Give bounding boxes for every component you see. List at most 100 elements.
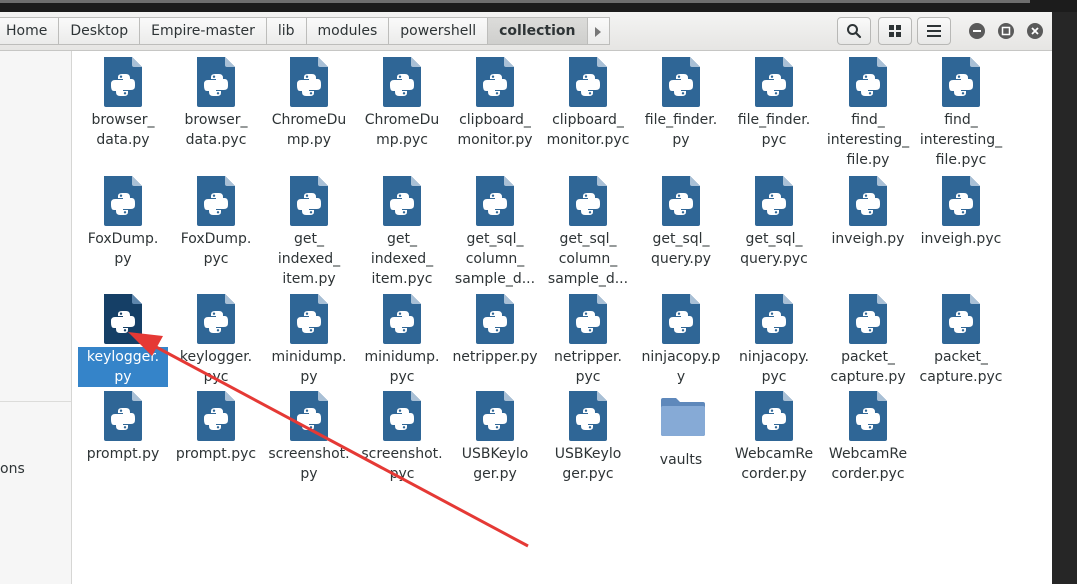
python-file-icon (381, 294, 423, 344)
file-item-inveigh-py[interactable]: inveigh.py (823, 176, 913, 249)
breadcrumb-lib[interactable]: lib (266, 17, 307, 45)
python-file-icon (381, 176, 423, 226)
file-item-usbkeyloger-py[interactable]: USBKeylo ger.py (450, 391, 540, 484)
file-label: netripper.py (452, 349, 538, 365)
python-file-icon (102, 176, 144, 226)
file-label: get_sql_ query.py (650, 231, 712, 267)
file-item-file-finder-py[interactable]: file_finder. py (636, 57, 726, 150)
breadcrumb-modules[interactable]: modules (306, 17, 390, 45)
file-item-prompt-py[interactable]: prompt.py (78, 391, 168, 464)
python-file-icon (474, 57, 516, 107)
file-item-chromedump-pyc[interactable]: ChromeDu mp.pyc (357, 57, 447, 150)
file-label: file_finder. py (644, 112, 718, 148)
python-file-icon (288, 294, 330, 344)
file-item-find-interesting-file-pyc[interactable]: find_ interesting_ file.pyc (916, 57, 1006, 170)
python-file-icon (288, 57, 330, 107)
minimize-icon (973, 30, 981, 32)
file-item-clipboard-monitor-py[interactable]: clipboard_ monitor.py (450, 57, 540, 150)
file-item-usbkeyloger-pyc[interactable]: USBKeylo ger.pyc (543, 391, 633, 484)
python-file-icon (474, 391, 516, 441)
file-label: WebcamRe corder.pyc (828, 446, 908, 482)
python-file-icon (381, 57, 423, 107)
file-item-prompt-pyc[interactable]: prompt.pyc (171, 391, 261, 464)
file-item-get-sql-column-sample-d-[interactable]: get_sql_ column_ sample_d... (543, 176, 633, 289)
close-button[interactable] (1027, 23, 1043, 39)
file-item-keylogger-pyc[interactable]: keylogger. pyc (171, 294, 261, 387)
file-label: clipboard_ monitor.pyc (546, 112, 630, 148)
file-item-clipboard-monitor-pyc[interactable]: clipboard_ monitor.pyc (543, 57, 633, 150)
file-item-vaults[interactable]: vaults (636, 391, 726, 470)
file-item-screenshot-pyc[interactable]: screenshot. pyc (357, 391, 447, 484)
file-label: FoxDump. py (87, 231, 159, 267)
file-item-webcamrecorder-pyc[interactable]: WebcamRe corder.pyc (823, 391, 913, 484)
search-button[interactable] (837, 17, 871, 45)
file-label: inveigh.pyc (920, 231, 1002, 247)
file-item-find-interesting-file-py[interactable]: find_ interesting_ file.py (823, 57, 913, 170)
file-item-netripper-py[interactable]: netripper.py (450, 294, 540, 367)
breadcrumb-forward-button[interactable] (587, 17, 610, 45)
file-label: USBKeylo ger.pyc (554, 446, 622, 482)
file-label: keylogger. pyc (179, 349, 253, 385)
file-item-packet-capture-py[interactable]: packet_ capture.py (823, 294, 913, 387)
file-label: prompt.py (86, 446, 160, 462)
python-file-icon (474, 294, 516, 344)
file-item-keylogger-py[interactable]: keylogger. py (78, 294, 168, 387)
menu-button[interactable] (917, 17, 951, 45)
python-file-icon (940, 294, 982, 344)
python-file-icon (660, 57, 702, 107)
hamburger-menu-icon (927, 25, 941, 37)
file-label: FoxDump. pyc (180, 231, 252, 267)
breadcrumb: Home Desktop Empire-master lib modules powers… (0, 17, 610, 45)
python-file-icon (567, 391, 609, 441)
breadcrumb-desktop[interactable]: Desktop (59, 17, 141, 45)
file-item-ninjacopy-py[interactable]: ninjacopy.py (636, 294, 726, 387)
file-item-netripper-pyc[interactable]: netripper. pyc (543, 294, 633, 387)
python-file-icon (195, 57, 237, 107)
file-item-screenshot-py[interactable]: screenshot. py (264, 391, 354, 484)
file-item-packet-capture-pyc[interactable]: packet_ capture.pyc (916, 294, 1006, 387)
python-file-icon (847, 294, 889, 344)
file-label: ninjacopy. pyc (739, 349, 809, 385)
file-item-minidump-py[interactable]: minidump. py (264, 294, 354, 387)
file-label: prompt.pyc (175, 446, 257, 462)
file-item-browser-data-pyc[interactable]: browser_ data.pyc (171, 57, 261, 150)
breadcrumb-empire-master[interactable]: Empire-master (140, 17, 267, 45)
file-item-get-sql-query-pyc[interactable]: get_sql_ query.pyc (729, 176, 819, 269)
maximize-button[interactable] (998, 23, 1014, 39)
file-item-webcamrecorder-py[interactable]: WebcamRe corder.py (729, 391, 819, 484)
file-item-chromedump-py[interactable]: ChromeDu mp.py (264, 57, 354, 150)
minimize-button[interactable] (969, 23, 985, 39)
file-item-ninjacopy-pyc[interactable]: ninjacopy. pyc (729, 294, 819, 387)
file-label: get_ indexed_ item.pyc (370, 231, 434, 287)
file-label: ninjacopy.py (641, 349, 721, 385)
file-label: minidump. py (271, 349, 347, 385)
file-label: get_sql_ column_ sample_d... (547, 231, 629, 287)
sidebar-item-partial[interactable]: ons (0, 461, 25, 477)
breadcrumb-home[interactable]: Home (0, 17, 60, 45)
file-item-minidump-pyc[interactable]: minidump. pyc (357, 294, 447, 387)
file-item-foxdump-py[interactable]: FoxDump. py (78, 176, 168, 269)
header-bar: Home Desktop Empire-master lib modules powers… (0, 12, 1052, 51)
file-item-get-indexed-item-py[interactable]: get_ indexed_ item.py (264, 176, 354, 289)
file-item-file-finder-pyc[interactable]: file_finder. pyc (729, 57, 819, 150)
file-grid: browser_ data.py browser_ data.pyc ChromeDu m… (72, 51, 1052, 584)
file-label: get_sql_ column_ sample_d... (454, 231, 536, 287)
search-icon (847, 24, 862, 39)
python-file-icon (102, 391, 144, 441)
file-label: get_sql_ query.pyc (740, 231, 808, 267)
file-label: ChromeDu mp.pyc (364, 112, 440, 148)
breadcrumb-collection[interactable]: collection (488, 17, 588, 45)
file-item-get-sql-column-sample-d-[interactable]: get_sql_ column_ sample_d... (450, 176, 540, 289)
file-label: packet_ capture.pyc (919, 349, 1003, 385)
file-label: netripper. pyc (554, 349, 622, 385)
file-item-get-sql-query-py[interactable]: get_sql_ query.py (636, 176, 726, 269)
view-toggle-button[interactable] (878, 17, 912, 45)
python-file-icon (381, 391, 423, 441)
file-label: ChromeDu mp.py (271, 112, 347, 148)
file-item-inveigh-pyc[interactable]: inveigh.pyc (916, 176, 1006, 249)
breadcrumb-powershell[interactable]: powershell (389, 17, 489, 45)
file-label: screenshot. pyc (361, 446, 443, 482)
file-item-foxdump-pyc[interactable]: FoxDump. pyc (171, 176, 261, 269)
file-item-get-indexed-item-pyc[interactable]: get_ indexed_ item.pyc (357, 176, 447, 289)
file-item-browser-data-py[interactable]: browser_ data.py (78, 57, 168, 150)
